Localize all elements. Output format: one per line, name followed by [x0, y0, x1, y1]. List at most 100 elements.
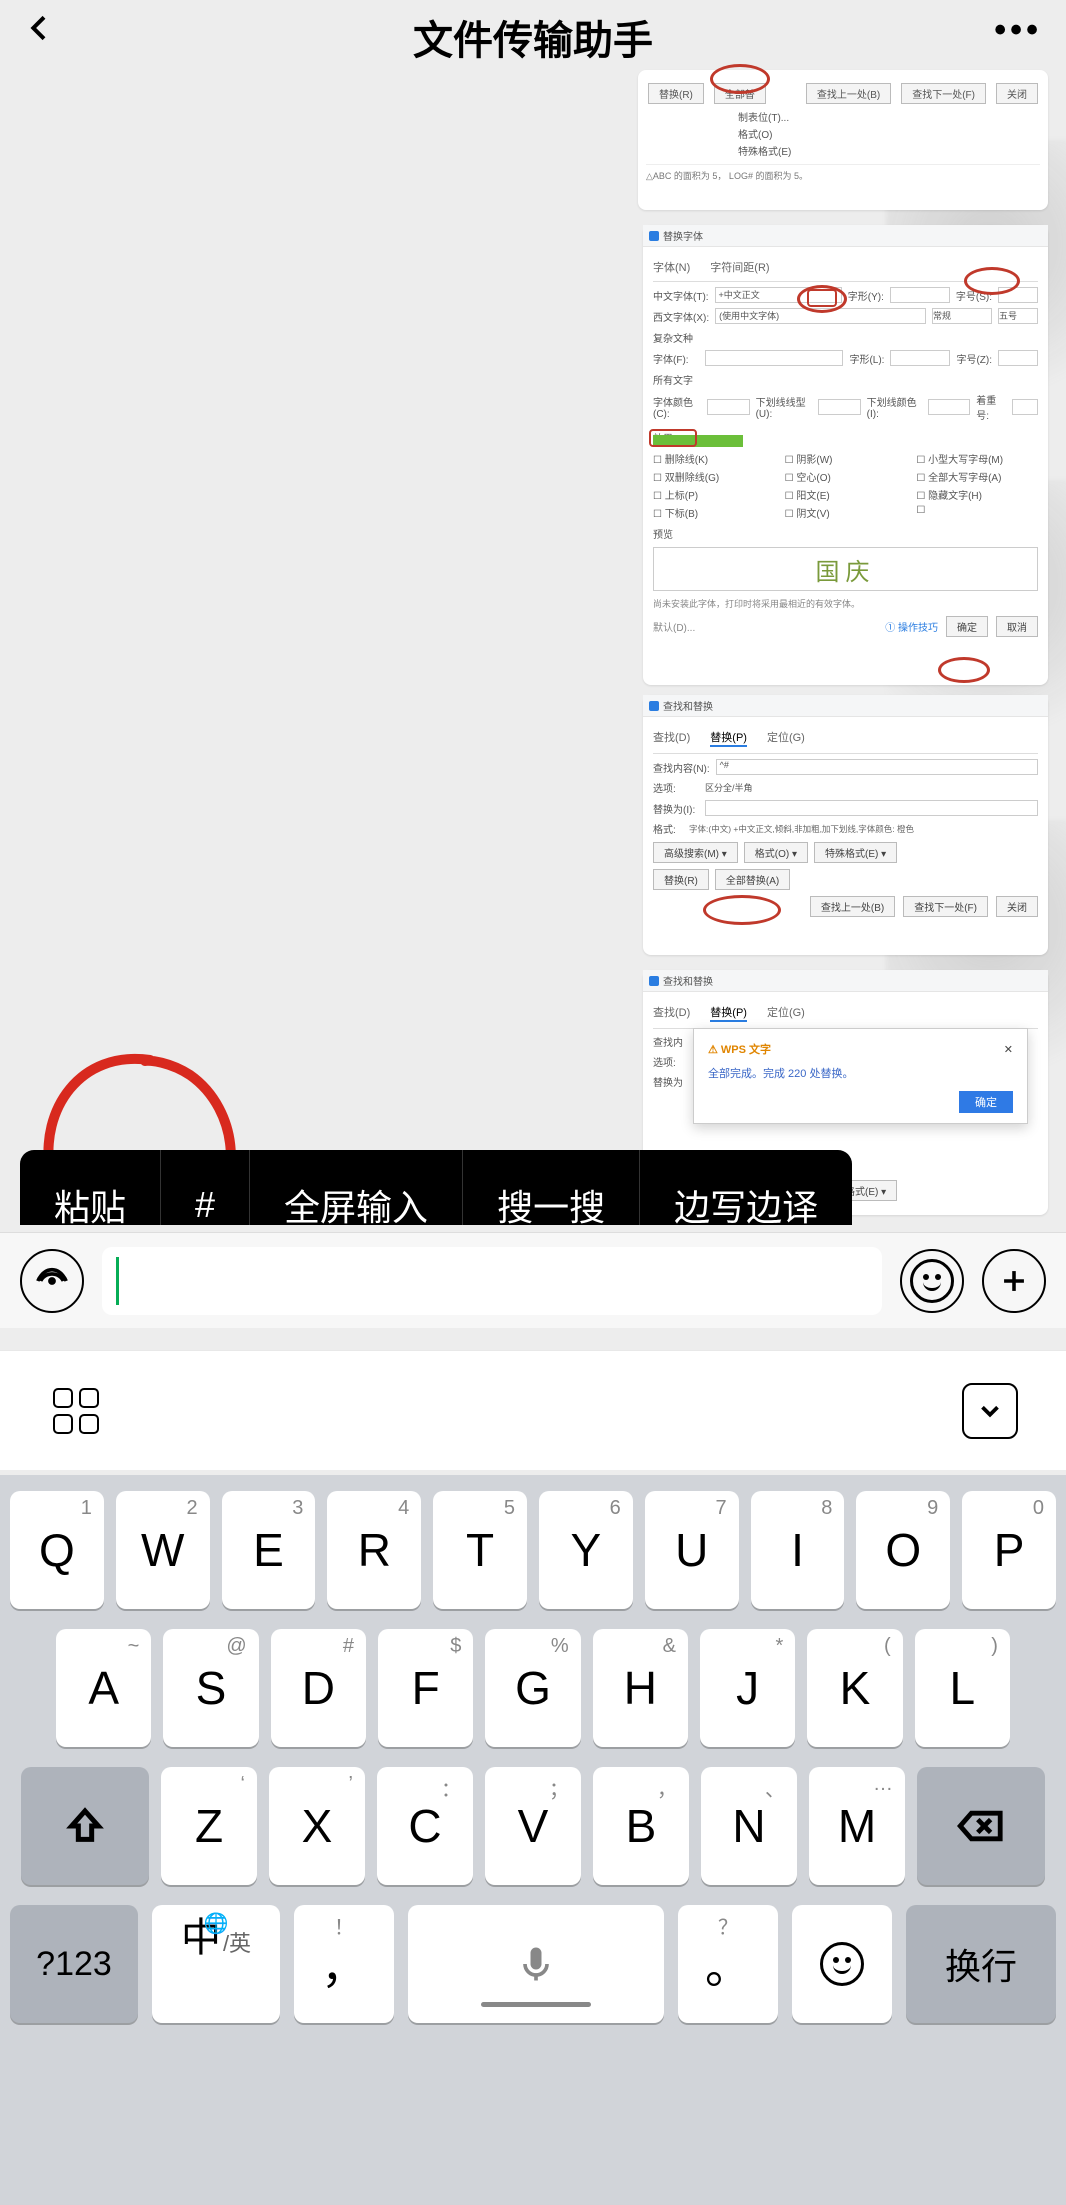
btn: 替换(R) [648, 83, 704, 104]
globe-icon: 🌐 [204, 1911, 229, 1936]
link: ① 操作技巧 [885, 619, 938, 634]
key-row-1: 1Q 2W 3E 4R 5T 6Y 7U 8I 9O 0P [10, 1491, 1056, 1609]
label: 中文字体(T): [653, 288, 709, 303]
emoji-button[interactable] [900, 1249, 964, 1313]
key-p[interactable]: 0P [962, 1491, 1056, 1609]
btn: 默认(D)... [653, 619, 695, 634]
chat-input-bar [0, 1232, 1066, 1328]
label: 制表位(T)... [738, 109, 789, 124]
key-space[interactable] [408, 1905, 664, 2023]
key-x[interactable]: ’X [269, 1767, 365, 1885]
btn: 特殊格式(E) ▾ [814, 842, 897, 863]
key-return[interactable]: 换行 [906, 1905, 1056, 2023]
field [818, 399, 861, 415]
label: 西文字体(X): [653, 309, 709, 324]
key-y[interactable]: 6Y [539, 1491, 633, 1609]
more-button[interactable]: ••• [994, 11, 1042, 50]
key-k[interactable]: (K [807, 1629, 902, 1747]
key-n[interactable]: 、N [701, 1767, 797, 1885]
key-emoji[interactable] [792, 1905, 892, 2023]
key-mode-switch[interactable]: ?123 [10, 1905, 138, 2023]
label: 选项: [653, 780, 699, 795]
context-translate[interactable]: 边写边译 [640, 1150, 852, 1225]
key-o[interactable]: 9O [856, 1491, 950, 1609]
dialog-title: 替换字体 [663, 228, 703, 243]
label: 替换为(I): [653, 801, 699, 816]
key-h[interactable]: &H [593, 1629, 688, 1747]
key-i[interactable]: 8I [751, 1491, 845, 1609]
label: 查找内容(N): [653, 760, 710, 775]
alert-title: WPS 文字 [708, 1041, 771, 1057]
annotation-circle [938, 657, 990, 683]
field [928, 399, 971, 415]
space-indicator [481, 2002, 591, 2007]
wps-alert: WPS 文字✕ 全部完成。完成 220 处替换。 确定 [693, 1028, 1028, 1124]
keyboard-apps-button[interactable] [48, 1383, 104, 1439]
label: 格式(O) [738, 126, 772, 141]
message-image-3[interactable]: 查找和替换 查找(D) 替换(P) 定位(G) 查找内容(N):^# 选项:区分… [643, 695, 1048, 955]
keyboard-collapse-button[interactable] [962, 1383, 1018, 1439]
section-label: 复杂文种 [653, 330, 1038, 345]
back-button[interactable] [24, 12, 56, 49]
field [1012, 399, 1038, 415]
label: 字形(L): [849, 351, 884, 366]
key-w[interactable]: 2W [116, 1491, 210, 1609]
message-image-1[interactable]: 替换(R) 全部替 查找上一处(B) 查找下一处(F) 关闭 制表位(T)...… [638, 70, 1048, 210]
key-b[interactable]: ，B [593, 1767, 689, 1885]
text-cursor [116, 1257, 119, 1305]
key-z[interactable]: ‘Z [161, 1767, 257, 1885]
plus-button[interactable] [982, 1249, 1046, 1313]
field: +中文正文 [715, 287, 842, 303]
key-e[interactable]: 3E [222, 1491, 316, 1609]
btn: 高级搜索(M) ▾ [653, 842, 738, 863]
keyboard-toolbar [0, 1350, 1066, 1470]
key-language[interactable]: 🌐 中/英 [152, 1905, 280, 2023]
field [705, 800, 1038, 816]
cancel-button: 取消 [996, 616, 1038, 637]
message-input[interactable] [102, 1247, 882, 1315]
key-period[interactable]: ？。 [678, 1905, 778, 2023]
label: 字体(F): [653, 351, 699, 366]
label: 字号(S): [956, 288, 992, 303]
dialog-title: 查找和替换 [663, 698, 713, 713]
key-shift[interactable] [21, 1767, 149, 1885]
key-backspace[interactable] [917, 1767, 1045, 1885]
key-g[interactable]: %G [485, 1629, 580, 1747]
key-l[interactable]: )L [915, 1629, 1010, 1747]
key-r[interactable]: 4R [327, 1491, 421, 1609]
key-a[interactable]: ~A [56, 1629, 151, 1747]
context-search[interactable]: 搜一搜 [463, 1150, 640, 1225]
tab: 定位(G) [767, 729, 805, 747]
tab: 查找(D) [653, 729, 690, 747]
key-m[interactable]: …M [809, 1767, 905, 1885]
color-swatch [653, 435, 743, 447]
context-fullscreen[interactable]: 全屏输入 [250, 1150, 463, 1225]
label: 字体颜色(C): [653, 394, 701, 420]
label: 字号(Z): [956, 351, 992, 366]
message-image-2[interactable]: 替换字体 字体(N) 字符间距(R) 中文字体(T): +中文正文 字形(Y):… [643, 225, 1048, 685]
tab: 字符间距(R) [710, 259, 769, 275]
key-t[interactable]: 5T [433, 1491, 527, 1609]
context-hash[interactable]: # [161, 1150, 250, 1225]
btn: 关闭 [996, 83, 1038, 104]
btn: 关闭 [996, 896, 1038, 917]
key-d[interactable]: #D [271, 1629, 366, 1747]
chat-header: 文件传输助手 ••• [0, 0, 1066, 60]
key-f[interactable]: $F [378, 1629, 473, 1747]
key-q[interactable]: 1Q [10, 1491, 104, 1609]
key-v[interactable]: ；V [485, 1767, 581, 1885]
context-paste[interactable]: 粘贴 [20, 1150, 161, 1225]
key-j[interactable]: *J [700, 1629, 795, 1747]
tab: 替换(P) [710, 729, 747, 747]
key-u[interactable]: 7U [645, 1491, 739, 1609]
field [890, 287, 950, 303]
close-icon: ✕ [1004, 1043, 1013, 1056]
key-comma[interactable]: ！， [294, 1905, 394, 2023]
key-c[interactable]: ：C [377, 1767, 473, 1885]
voice-toggle-button[interactable] [20, 1249, 84, 1313]
btn: 全部替换(A) [715, 869, 790, 890]
key-s[interactable]: @S [163, 1629, 258, 1747]
keyboard: 1Q 2W 3E 4R 5T 6Y 7U 8I 9O 0P ~A @S #D $… [0, 1475, 1066, 2205]
label: 下划线线型(U): [756, 394, 812, 420]
format-desc: 字体:(中文) +中文正文,倾斜,非加粗,加下划线,字体颜色: 橙色 [689, 823, 914, 835]
